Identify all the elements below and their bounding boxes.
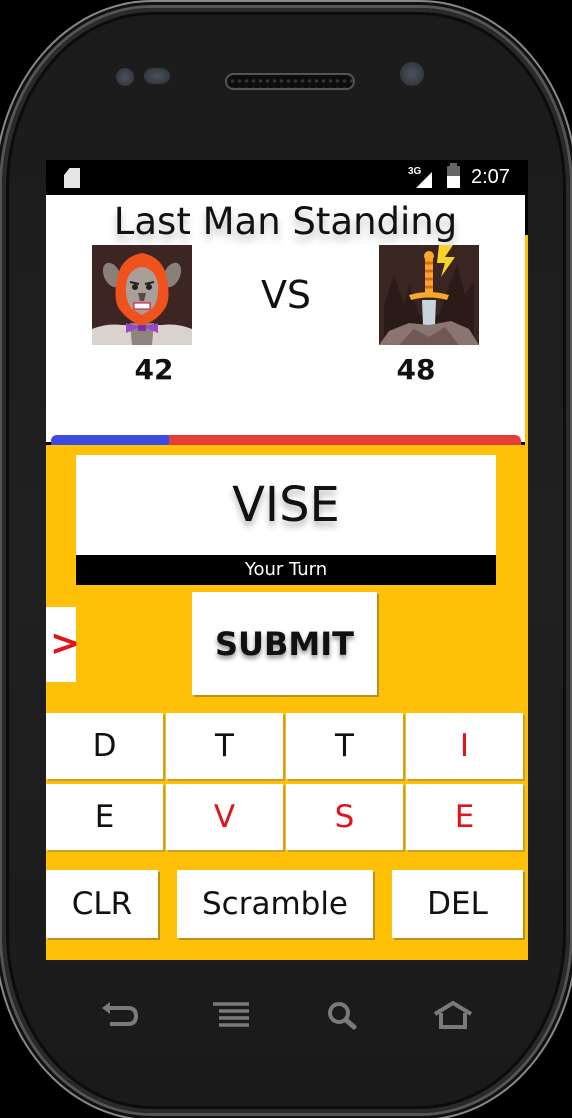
light-sensor: [144, 68, 170, 84]
clear-button[interactable]: CLR: [46, 870, 158, 938]
back-button[interactable]: [100, 1000, 140, 1030]
menu-icon: [213, 1002, 249, 1027]
home-icon: [433, 1000, 473, 1029]
letter-tile[interactable]: T: [286, 713, 403, 779]
back-icon: [102, 1002, 139, 1026]
letter-tile[interactable]: D: [46, 713, 163, 779]
device-screen: 3G 2:07 Last Man Standing VS 42 48 VISE …: [46, 160, 528, 960]
proximity-sensor: [116, 68, 134, 86]
delete-button[interactable]: DEL: [392, 870, 523, 938]
sd-card-icon: [64, 168, 80, 188]
front-camera: [400, 62, 424, 86]
letter-tile[interactable]: T: [166, 713, 283, 779]
home-button[interactable]: [433, 1000, 473, 1030]
turn-indicator: Your Turn: [76, 555, 496, 585]
battery-charging-icon: [447, 163, 460, 188]
letter-tile[interactable]: E: [406, 784, 523, 850]
letter-tile[interactable]: S: [286, 784, 403, 850]
scramble-button[interactable]: Scramble: [177, 870, 373, 938]
search-button[interactable]: [325, 1000, 365, 1030]
chevron-right-icon: >: [50, 623, 81, 664]
werewolf-icon: [92, 245, 192, 345]
submit-button[interactable]: SUBMIT: [192, 592, 377, 695]
letter-tile[interactable]: I: [406, 713, 523, 779]
game-title: Last Man Standing: [113, 200, 458, 243]
status-time: 2:07: [471, 166, 510, 188]
sword-in-stone-avatar: [379, 245, 479, 345]
letter-tile[interactable]: E: [46, 784, 163, 850]
status-bar: 3G 2:07: [46, 160, 528, 195]
letter-tile[interactable]: V: [166, 784, 283, 850]
earpiece-speaker: [225, 73, 355, 90]
menu-button[interactable]: [211, 1000, 251, 1030]
play-area: VISE Your Turn > SUBMIT DTTIEVSE CLR Scr…: [46, 445, 528, 960]
submit-label: SUBMIT: [215, 624, 354, 663]
player-score-right: 48: [396, 353, 436, 386]
current-word: VISE: [232, 477, 340, 533]
scoreboard-panel: Last Man Standing VS 42 48: [46, 195, 525, 474]
player-score-left: 42: [134, 353, 174, 386]
versus-label: VS: [260, 273, 312, 317]
werewolf-avatar: [92, 245, 192, 345]
signal-icon: 3G: [408, 166, 432, 188]
current-word-box: VISE: [76, 455, 496, 555]
search-icon: [328, 1002, 357, 1030]
sword-icon: [379, 245, 479, 345]
expand-drawer-button[interactable]: >: [46, 607, 80, 682]
